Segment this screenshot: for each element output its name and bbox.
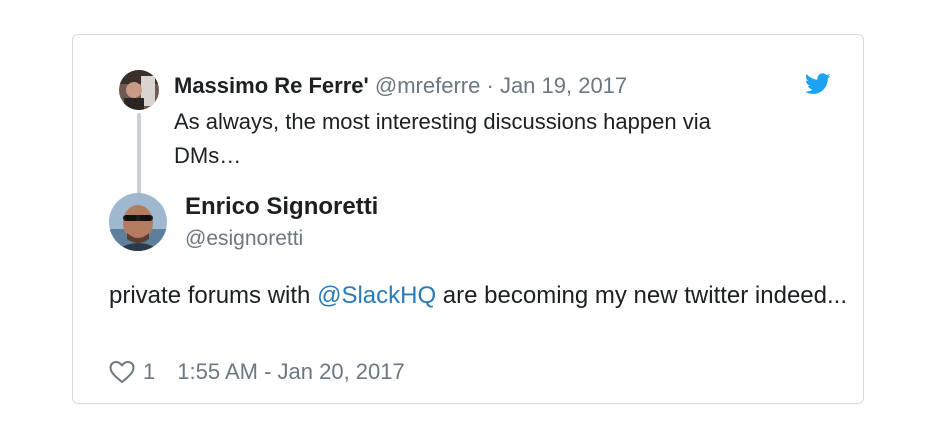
- tweet-footer: 1 1:55 AM - Jan 20, 2017: [109, 357, 405, 387]
- author-handle[interactable]: @esignoretti: [185, 225, 303, 253]
- tweet-text: private forums with @SlackHQ are becomin…: [109, 278, 849, 314]
- quoted-author-avatar[interactable]: [119, 70, 159, 110]
- like-button[interactable]: 1: [109, 359, 155, 385]
- like-count: 1: [143, 359, 156, 384]
- heart-outline-icon: [109, 361, 135, 383]
- author-avatar[interactable]: [109, 193, 167, 251]
- mention-link[interactable]: @SlackHQ: [317, 282, 436, 309]
- header-separator: ·: [486, 73, 494, 98]
- quoted-author-name[interactable]: Massimo Re Ferre': [174, 73, 369, 98]
- quoted-tweet-header: Massimo Re Ferre' @mreferre · Jan 19, 20…: [174, 72, 627, 100]
- tweet-text-start: private forums with: [109, 282, 318, 309]
- author-name[interactable]: Enrico Signoretti: [185, 192, 378, 222]
- tweet-timestamp[interactable]: 1:55 AM - Jan 20, 2017: [177, 359, 405, 385]
- quoted-tweet-text: As always, the most interesting discussi…: [174, 109, 711, 168]
- embedded-tweet-card: Massimo Re Ferre' @mreferre · Jan 19, 20…: [72, 34, 864, 404]
- tweet-text-end: are becoming my new twitter indeed...: [436, 282, 847, 309]
- quoted-author-handle[interactable]: @mreferre: [375, 73, 480, 98]
- twitter-bird-icon[interactable]: [804, 73, 831, 95]
- quoted-tweet-date[interactable]: Jan 19, 2017: [500, 73, 627, 98]
